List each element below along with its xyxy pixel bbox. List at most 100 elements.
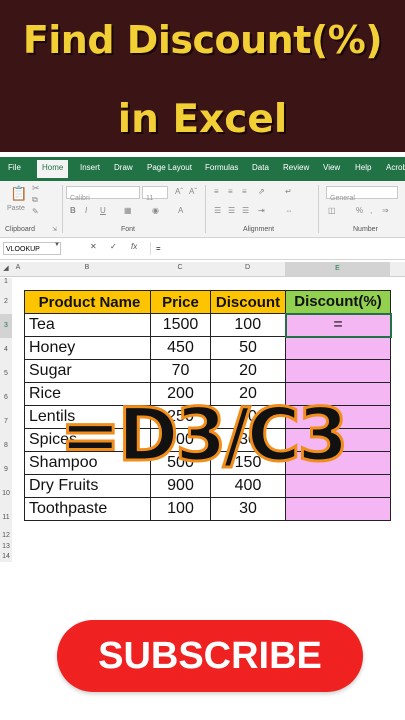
row-header-12[interactable]: 12: [0, 530, 12, 541]
table-row: Toothpaste 100 30: [24, 497, 391, 521]
tab-draw[interactable]: Draw: [114, 163, 133, 172]
cell-discount[interactable]: 20: [210, 359, 286, 383]
col-header-c[interactable]: C: [150, 264, 210, 271]
tab-page-layout[interactable]: Page Layout: [147, 163, 192, 172]
cell-product[interactable]: Sugar: [24, 359, 151, 383]
fx-icon[interactable]: fx: [131, 242, 137, 251]
header-price[interactable]: Price: [150, 290, 211, 314]
name-box[interactable]: VLOOKUP: [3, 242, 61, 255]
col-header-b[interactable]: B: [24, 264, 150, 271]
cancel-icon[interactable]: ✕: [90, 242, 97, 251]
tab-review[interactable]: Review: [283, 163, 309, 172]
bold-icon[interactable]: B: [70, 206, 76, 215]
cell-discount-pct[interactable]: [285, 359, 391, 383]
tab-home[interactable]: Home: [37, 160, 69, 178]
tab-file[interactable]: File: [8, 163, 21, 172]
formula-overlay: =D3/C3: [58, 392, 350, 480]
decrease-font-icon[interactable]: Aˇ: [189, 187, 197, 196]
cell-price[interactable]: 450: [150, 336, 211, 360]
chevron-down-icon[interactable]: ▼: [54, 242, 60, 248]
cell-discount[interactable]: 100: [210, 313, 286, 337]
group-font-label: Font: [121, 226, 136, 233]
currency-icon[interactable]: ◫: [328, 206, 336, 215]
wrap-text-icon[interactable]: ↵: [285, 187, 292, 196]
font-name-box[interactable]: Calibri: [66, 186, 140, 202]
group-number-label: Number: [353, 226, 378, 233]
cell-product[interactable]: Honey: [24, 336, 151, 360]
tab-data[interactable]: Data: [252, 163, 269, 172]
increase-font-icon[interactable]: Aˆ: [175, 187, 183, 196]
ribbon-tabs: File Home Insert Draw Page Layout Formul…: [0, 157, 405, 181]
format-painter-icon[interactable]: ✎: [32, 207, 39, 216]
excel-window: File Home Insert Draw Page Layout Formul…: [0, 157, 405, 562]
header-product-name[interactable]: Product Name: [24, 290, 151, 314]
paste-icon[interactable]: 📋: [10, 185, 27, 202]
number-format-box[interactable]: General: [326, 186, 398, 202]
row-header-5[interactable]: 5: [0, 362, 12, 386]
tab-view[interactable]: View: [323, 163, 340, 172]
cell-discount-pct[interactable]: [285, 336, 391, 360]
divider: [62, 185, 63, 233]
formula-input[interactable]: =: [150, 242, 402, 255]
header-discount-pct[interactable]: Discount(%): [285, 290, 391, 314]
cell-discount-pct[interactable]: [285, 497, 391, 521]
align-middle-icon[interactable]: ≡: [228, 187, 233, 196]
align-top-icon[interactable]: ≡: [214, 187, 219, 196]
orientation-icon[interactable]: ⇗: [258, 187, 265, 196]
row-header-11[interactable]: 11: [0, 506, 12, 530]
tab-insert[interactable]: Insert: [80, 163, 100, 172]
column-headers: ◢ A B C D E: [0, 262, 405, 277]
borders-icon[interactable]: ▦: [124, 206, 132, 215]
select-all-icon[interactable]: ◢: [0, 264, 12, 272]
percent-icon[interactable]: %: [356, 206, 363, 215]
divider: [318, 185, 319, 233]
title-banner: Find Discount(%) in Excel: [0, 0, 405, 152]
cell-discount[interactable]: 50: [210, 336, 286, 360]
cell-product[interactable]: Tea: [24, 313, 151, 337]
align-left-icon[interactable]: ☰: [214, 206, 221, 215]
group-clipboard-label: Clipboard: [5, 226, 35, 233]
align-right-icon[interactable]: ☰: [242, 206, 249, 215]
subscribe-button[interactable]: SUBSCRIBE: [57, 620, 363, 692]
col-header-a[interactable]: A: [12, 264, 24, 271]
copy-icon[interactable]: ⧉: [32, 195, 38, 205]
cell-price[interactable]: 100: [150, 497, 211, 521]
cut-icon[interactable]: ✂: [32, 183, 40, 194]
active-cell-e3[interactable]: =: [284, 312, 392, 338]
italic-icon[interactable]: I: [85, 206, 87, 215]
banner-title-line2: in Excel: [117, 97, 288, 142]
cell-product[interactable]: Toothpaste: [24, 497, 151, 521]
align-center-icon[interactable]: ☰: [228, 206, 235, 215]
row-header-3[interactable]: 3: [0, 314, 12, 338]
cell-discount[interactable]: 30: [210, 497, 286, 521]
comma-icon[interactable]: ,: [370, 206, 372, 215]
header-discount[interactable]: Discount: [210, 290, 286, 314]
font-color-icon[interactable]: A: [178, 206, 183, 215]
indent-icon[interactable]: ⇥: [258, 206, 265, 215]
align-bottom-icon[interactable]: ≡: [242, 187, 247, 196]
enter-icon[interactable]: ✓: [110, 242, 117, 251]
col-header-e[interactable]: E: [285, 262, 390, 276]
row-header-13[interactable]: 13: [0, 541, 12, 552]
dialog-launcher-icon[interactable]: ⇲: [52, 226, 57, 233]
row-header-2[interactable]: 2: [0, 290, 12, 314]
font-size-box[interactable]: 11: [142, 186, 168, 202]
decimal-icon[interactable]: ⇒: [382, 206, 389, 215]
cell-price[interactable]: 1500: [150, 313, 211, 337]
row-header-10[interactable]: 10: [0, 482, 12, 506]
col-header-d[interactable]: D: [210, 264, 285, 271]
fill-color-icon[interactable]: ◉: [152, 206, 159, 215]
row-header-14[interactable]: 14: [0, 552, 12, 562]
table-row: Sugar 70 20: [24, 359, 391, 383]
divider: [205, 185, 206, 233]
tab-formulas[interactable]: Formulas: [205, 163, 238, 172]
merge-center-icon[interactable]: ⇔: [285, 206, 293, 215]
cell-price[interactable]: 70: [150, 359, 211, 383]
row-header-4[interactable]: 4: [0, 338, 12, 362]
row-header-1[interactable]: 1: [0, 278, 12, 290]
underline-icon[interactable]: U: [100, 206, 106, 215]
tab-acrobat[interactable]: Acrob: [386, 163, 405, 172]
table-row: Honey 450 50: [24, 336, 391, 360]
paste-label: Paste: [7, 205, 25, 212]
tab-help[interactable]: Help: [355, 163, 371, 172]
